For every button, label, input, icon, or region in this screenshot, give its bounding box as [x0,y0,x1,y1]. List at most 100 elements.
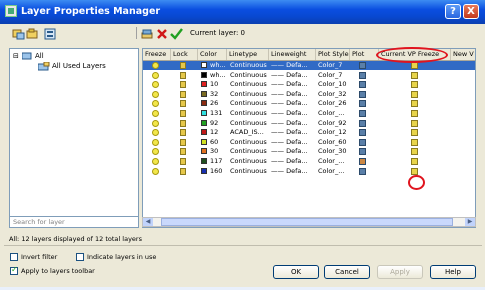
column-header[interactable]: Linetype [227,49,269,60]
color-swatch[interactable] [201,138,207,145]
lineweight[interactable]: —— Defa... [271,109,316,118]
plot-style[interactable]: Color_7 [318,71,350,80]
color-name[interactable]: wh... [210,61,227,70]
linetype[interactable]: Continuous [230,119,270,128]
color-name[interactable]: 92 [210,119,227,128]
lineweight[interactable]: —— Defa... [271,71,316,80]
vp-freeze-icon[interactable] [411,167,418,175]
plot-style[interactable]: Color_10 [318,80,350,89]
linetype[interactable]: Continuous [230,109,270,118]
color-name[interactable]: wh... [210,71,227,80]
lineweight[interactable]: —— Defa... [271,147,316,156]
color-name[interactable]: 117 [210,157,227,166]
lock-icon[interactable] [180,110,186,117]
column-header[interactable]: Plot Style [316,49,350,60]
plot-icon[interactable] [359,148,366,156]
color-swatch[interactable] [201,81,207,88]
vp-freeze-icon[interactable] [411,110,418,117]
ok-button[interactable]: OK [273,265,319,279]
invert-filter-checkbox[interactable] [10,253,18,261]
vp-freeze-icon[interactable] [411,90,418,98]
freeze-icon[interactable] [152,119,159,127]
help-title-button[interactable]: ? [445,4,461,19]
freeze-icon[interactable] [152,90,159,98]
vp-freeze-icon[interactable] [411,71,418,79]
plot-icon[interactable] [359,167,366,175]
vp-freeze-icon[interactable] [411,81,418,89]
lock-icon[interactable] [180,90,186,98]
new-property-filter-icon[interactable] [12,28,25,40]
freeze-icon[interactable] [152,110,159,117]
plot-icon[interactable] [359,119,366,127]
plot-style[interactable]: Color_26 [318,99,350,108]
lineweight[interactable]: —— Defa... [271,80,316,89]
lineweight[interactable]: —— Defa... [271,119,316,128]
plot-style[interactable]: Color_... [318,157,350,166]
color-name[interactable]: 10 [210,80,227,89]
freeze-icon[interactable] [152,138,159,146]
cancel-button[interactable]: Cancel [324,265,370,279]
lock-icon[interactable] [180,62,186,69]
plot-icon[interactable] [359,71,366,79]
apply-toolbar-checkbox[interactable] [10,265,18,275]
linetype[interactable]: Continuous [230,90,270,99]
freeze-icon[interactable] [152,62,159,69]
close-button[interactable]: X [463,4,479,19]
plot-icon[interactable] [359,100,366,108]
color-swatch[interactable] [201,167,207,174]
color-swatch[interactable] [201,158,207,164]
plot-icon[interactable] [359,158,366,165]
lock-icon[interactable] [180,81,186,89]
column-header[interactable]: Plot [350,49,379,60]
color-name[interactable]: 32 [210,90,227,99]
table-row[interactable]: 117 Continuous —— Defa... Color_... [143,157,475,166]
table-row[interactable]: 26 Continuous —— Defa... Color_26 [143,99,475,108]
freeze-icon[interactable] [152,148,159,156]
vp-freeze-icon[interactable] [411,119,418,127]
lock-icon[interactable] [180,138,186,146]
color-swatch[interactable] [201,129,207,136]
horizontal-scrollbar[interactable]: ◀ ▶ [142,217,476,227]
scroll-right-icon[interactable]: ▶ [465,218,475,226]
vp-freeze-icon[interactable] [411,62,418,69]
lock-icon[interactable] [180,148,186,156]
linetype[interactable]: Continuous [230,157,270,166]
plot-style[interactable]: Color_92 [318,119,350,128]
lineweight[interactable]: —— Defa... [271,167,316,176]
lock-icon[interactable] [180,129,186,137]
table-row[interactable]: 60 Continuous —— Defa... Color_60 [143,138,475,147]
column-header[interactable]: Freeze [143,49,171,60]
linetype[interactable]: Continuous [230,138,270,147]
linetype[interactable]: Continuous [230,99,270,108]
plot-style[interactable]: Color_12 [318,128,350,137]
plot-icon[interactable] [359,90,366,98]
plot-style[interactable]: Color_... [318,167,350,176]
lineweight[interactable]: —— Defa... [271,138,316,147]
column-header[interactable]: Lock [171,49,198,60]
lineweight[interactable]: —— Defa... [271,128,316,137]
color-swatch[interactable] [201,90,207,97]
freeze-icon[interactable] [152,129,159,137]
delete-layer-icon[interactable] [156,28,169,40]
plot-icon[interactable] [359,138,366,146]
freeze-icon[interactable] [152,158,159,165]
color-swatch[interactable] [201,110,207,116]
new-group-filter-icon[interactable] [26,28,39,40]
table-row[interactable]: 10 Continuous —— Defa... Color_10 [143,80,475,89]
color-name[interactable]: 160 [210,167,227,176]
plot-style[interactable]: Color_32 [318,90,350,99]
plot-style[interactable]: Color_... [318,109,350,118]
vp-freeze-icon[interactable] [411,138,418,146]
column-header[interactable]: Color [198,49,227,60]
scroll-left-icon[interactable]: ◀ [143,218,153,226]
column-header[interactable]: New V [451,49,475,60]
lock-icon[interactable] [180,119,186,127]
plot-style[interactable]: Color_7 [318,61,350,70]
table-row[interactable]: 12 ACAD_IS... —— Defa... Color_12 [143,128,475,137]
lineweight[interactable]: —— Defa... [271,99,316,108]
lock-icon[interactable] [180,71,186,79]
lock-icon[interactable] [180,167,186,175]
plot-icon[interactable] [359,62,366,69]
linetype[interactable]: ACAD_IS... [230,128,270,137]
table-row[interactable]: 160 Continuous —— Defa... Color_... [143,167,475,176]
